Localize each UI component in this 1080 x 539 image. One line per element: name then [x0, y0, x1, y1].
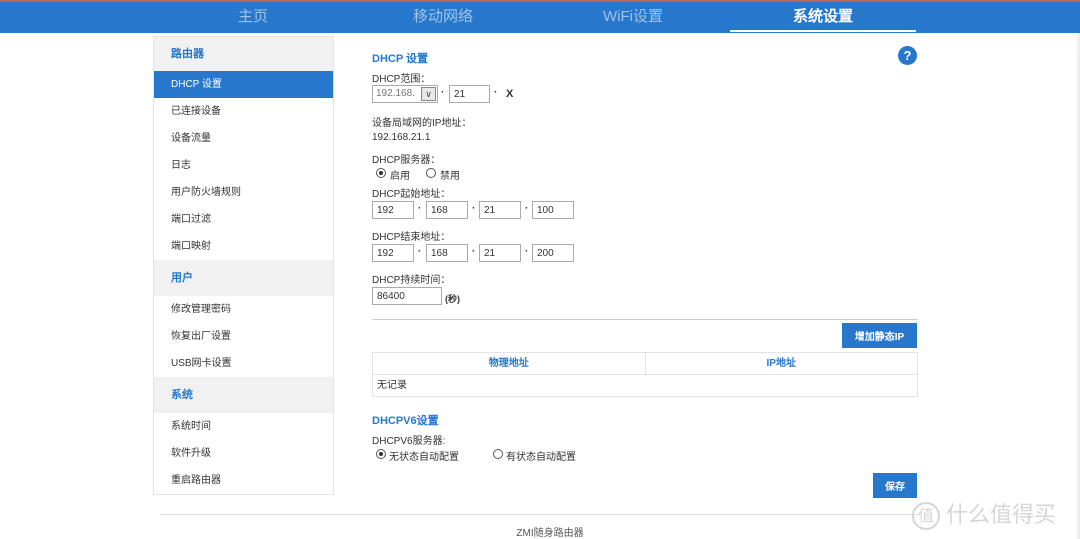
lan-ip-value: 192.168.21.1 — [372, 132, 431, 143]
sidebar-item-factory-reset[interactable]: 恢复出厂设置 — [154, 323, 333, 350]
dhcp-lease-unit: (秒) — [445, 294, 460, 304]
tab-wifi-settings[interactable]: WiFi设置 — [580, 4, 686, 32]
dhcpv6-stateful-label: 有状态自动配置 — [506, 452, 576, 463]
watermark-text: 什么值得买 — [946, 503, 1057, 528]
sidebar-item-system-time[interactable]: 系统时间 — [154, 413, 333, 440]
dhcp-end-octet-3[interactable] — [479, 244, 521, 262]
table-header: 物理地址 IP地址 — [373, 353, 917, 375]
dot-separator: · — [418, 203, 422, 214]
dot-separator: · — [472, 203, 476, 214]
dot-separator: · — [441, 87, 445, 98]
tab-home[interactable]: 主页 — [200, 4, 306, 32]
column-header-mac-address: 物理地址 — [373, 353, 646, 374]
dhcp-end-octet-1[interactable] — [372, 244, 414, 262]
sidebar-item-port-filter[interactable]: 端口过滤 — [154, 206, 333, 233]
footer-divider — [160, 514, 920, 515]
sidebar-item-connected-devices[interactable]: 已连接设备 — [154, 98, 333, 125]
dhcpv6-server-label: DHCPV6服务器: — [372, 436, 446, 447]
watermark: 值什么值得买 — [912, 497, 1056, 530]
watermark-logo-icon: 值 — [912, 502, 940, 530]
dhcpv6-stateless-label: 无状态自动配置 — [389, 452, 459, 463]
sidebar-item-log[interactable]: 日志 — [154, 152, 333, 179]
dhcp-server-enable-radio[interactable] — [376, 168, 386, 178]
sidebar-group-system: 系统 — [154, 377, 333, 413]
help-icon[interactable]: ? — [898, 46, 917, 65]
save-button[interactable]: 保存 — [873, 473, 917, 498]
sidebar-item-software-upgrade[interactable]: 软件升级 — [154, 440, 333, 467]
sidebar: 路由器 DHCP 设置 已连接设备 设备流量 日志 用户防火墙规则 端口过滤 端… — [153, 36, 334, 495]
static-ip-table: 物理地址 IP地址 无记录 — [372, 352, 918, 397]
dhcp-server-disable-radio[interactable] — [426, 168, 436, 178]
dot-separator: · — [525, 203, 529, 214]
dhcp-start-octet-3[interactable] — [479, 201, 521, 219]
dot-separator: · — [472, 246, 476, 257]
dhcp-lease-label: DHCP持续时间： — [372, 275, 451, 286]
dhcp-end-label: DHCP结束地址： — [372, 232, 451, 243]
tab-system-settings[interactable]: 系统设置 — [730, 4, 916, 32]
dhcp-server-label: DHCP服务器： — [372, 155, 441, 166]
dhcp-range-prefix-value: 192.168. — [376, 88, 415, 99]
dot-separator: · — [525, 246, 529, 257]
add-static-ip-button[interactable]: 增加静态IP — [842, 323, 917, 348]
sidebar-group-router: 路由器 — [154, 37, 333, 71]
dot-separator: · — [418, 246, 422, 257]
sidebar-item-dhcp-settings[interactable]: DHCP 设置 — [154, 71, 333, 98]
dhcp-range-suffix: X — [506, 88, 514, 100]
dhcp-start-octet-4[interactable] — [532, 201, 574, 219]
sidebar-item-port-mapping[interactable]: 端口映射 — [154, 233, 333, 260]
dhcp-range-label: DHCP范围： — [372, 74, 431, 85]
dot-separator: · — [494, 87, 498, 98]
dhcp-server-disable-label: 禁用 — [440, 171, 460, 182]
sidebar-item-firewall-rules[interactable]: 用户防火墙规则 — [154, 179, 333, 206]
dhcp-start-label: DHCP起始地址： — [372, 189, 451, 200]
dhcpv6-stateful-radio[interactable] — [493, 449, 503, 459]
sidebar-item-device-traffic[interactable]: 设备流量 — [154, 125, 333, 152]
dhcpv6-section-title: DHCPV6设置 — [372, 415, 439, 427]
chevron-down-icon: ∨ — [421, 87, 436, 101]
tab-mobile-network[interactable]: 移动网络 — [390, 4, 496, 32]
dhcp-start-octet-2[interactable] — [426, 201, 468, 219]
dhcp-server-enable-label: 启用 — [390, 171, 410, 182]
sidebar-item-reboot-router[interactable]: 重启路由器 — [154, 467, 333, 494]
dhcp-end-octet-2[interactable] — [426, 244, 468, 262]
lan-ip-label: 设备局域网的IP地址： — [372, 118, 472, 129]
dhcp-range-third-octet-input[interactable] — [449, 85, 490, 103]
dhcp-start-octet-1[interactable] — [372, 201, 414, 219]
dhcp-range-prefix-select[interactable]: 192.168. ∨ — [372, 85, 438, 103]
sidebar-item-change-password[interactable]: 修改管理密码 — [154, 296, 333, 323]
column-header-ip-address: IP地址 — [766, 358, 796, 369]
sidebar-item-usb-nic-settings[interactable]: USB网卡设置 — [154, 350, 333, 377]
dhcp-section-title: DHCP 设置 — [372, 53, 429, 65]
table-row-empty: 无记录 — [377, 380, 407, 391]
dhcpv6-stateless-radio[interactable] — [376, 449, 386, 459]
dhcp-lease-input[interactable] — [372, 287, 442, 305]
dhcp-end-octet-4[interactable] — [532, 244, 574, 262]
section-divider — [372, 319, 918, 320]
top-navigation-bar: 主页 移动网络 WiFi设置 系统设置 — [0, 0, 1080, 33]
sidebar-group-user: 用户 — [154, 260, 333, 296]
